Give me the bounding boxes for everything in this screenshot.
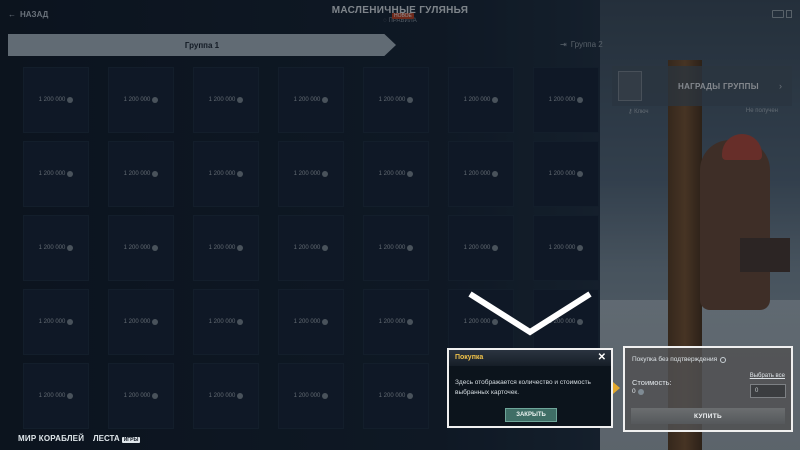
publisher-logo: ЛЕСТА ИГРЫ	[93, 434, 141, 443]
cost-label: Стоимость:	[632, 378, 672, 387]
purchase-tooltip: Покупка ✕ Здесь отображается количество …	[447, 348, 613, 428]
coin-icon	[637, 388, 644, 395]
game-logo: МИР КОРАБЛЕЙ	[18, 434, 85, 443]
cost-value: 0	[632, 388, 644, 395]
tooltip-title: Покупка	[455, 354, 484, 361]
buy-button[interactable]: КУПИТЬ	[631, 408, 785, 424]
select-all-link[interactable]: Выбрать все	[750, 373, 785, 379]
purchase-panel: Покупка без подтверждения Выбрать все Ст…	[623, 346, 793, 432]
no-confirm-label: Покупка без подтверждения	[632, 356, 718, 363]
page: ← НАЗАД МАСЛЕНИЧНЫЕ ГУЛЯНЬЯ ◌ ПРАВИЛА НО…	[0, 0, 800, 450]
no-confirm-option[interactable]: Покупка без подтверждения	[632, 356, 727, 363]
close-button[interactable]: ЗАКРЫТЬ	[505, 408, 557, 422]
tooltip-text: Здесь отображается количество и стоимост…	[455, 379, 591, 396]
chevron-down-icon	[468, 291, 592, 336]
info-icon[interactable]	[720, 356, 727, 363]
quantity-field[interactable]: 0	[750, 384, 786, 398]
tooltip-arrow	[613, 382, 620, 394]
close-icon[interactable]: ✕	[598, 352, 606, 363]
tooltip-header: Покупка ✕	[449, 350, 611, 366]
